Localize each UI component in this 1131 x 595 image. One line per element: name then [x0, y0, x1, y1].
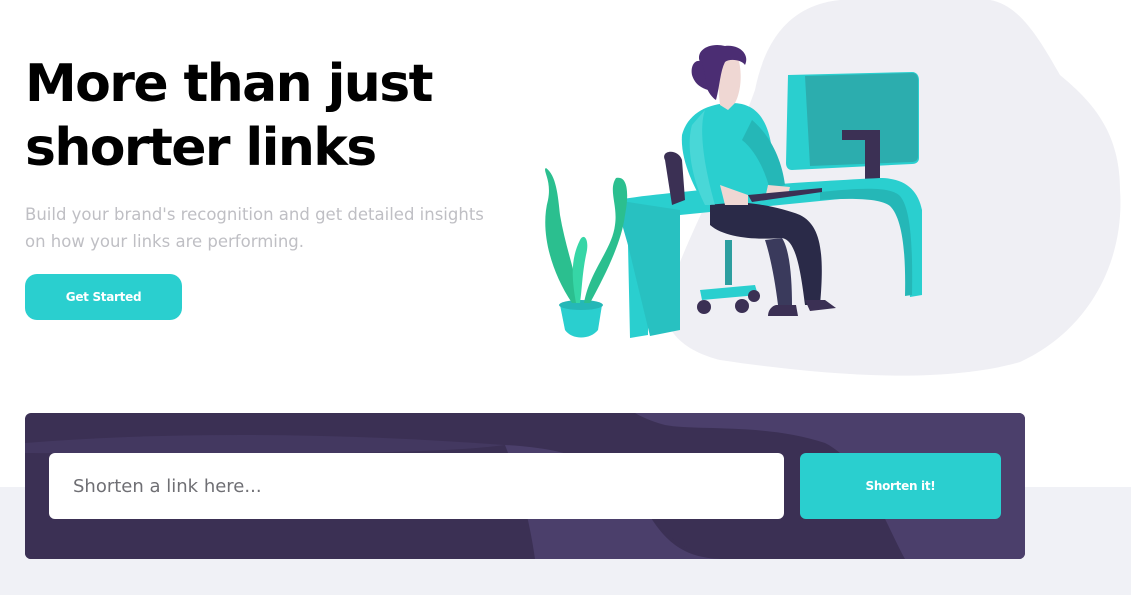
shorten-link-input[interactable] [49, 453, 784, 519]
hero-title-line-2: shorter links [25, 118, 377, 178]
hero-subtitle: Build your brand's recognition and get d… [25, 205, 484, 251]
working-illustration [545, 0, 1121, 376]
shorten-link-panel: Shorten it! [25, 413, 1025, 559]
hero-title-line-1: More than just [25, 54, 433, 114]
landing-page: More than just shorter links Build your … [0, 0, 1131, 595]
get-started-button[interactable]: Get Started [25, 274, 182, 320]
shorten-it-button[interactable]: Shorten it! [800, 453, 1001, 519]
hero-title: More than just shorter links [25, 52, 433, 180]
